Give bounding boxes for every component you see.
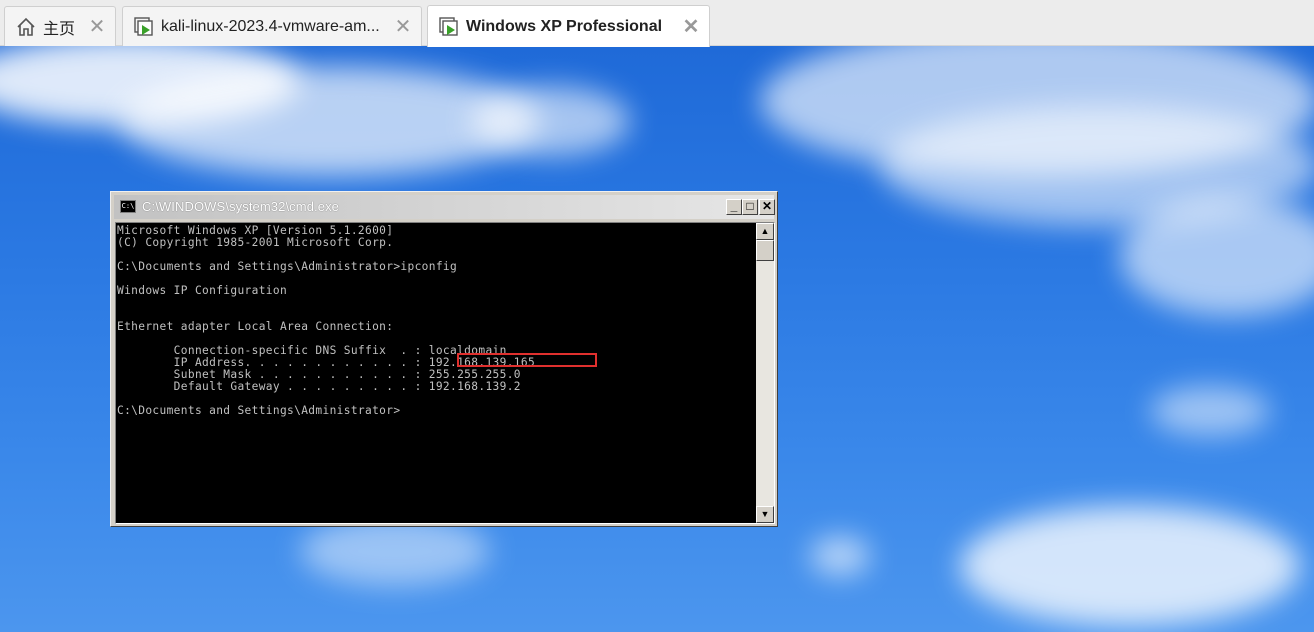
console-text: Microsoft Windows XP [Version 5.1.2600] … — [116, 223, 756, 417]
home-icon — [15, 16, 37, 38]
window-title: C:\WINDOWS\system32\cmd.exe — [142, 199, 340, 214]
tab-kali-linux[interactable]: kali-linux-2023.4-vmware-am... ✕ — [122, 6, 422, 46]
cloud-decoration — [470, 86, 630, 156]
close-icon[interactable]: ✕ — [393, 17, 413, 37]
cmd-window[interactable]: C:\ C:\WINDOWS\system32\cmd.exe _ □ ✕ Mi… — [110, 191, 778, 527]
cloud-decoration — [810, 536, 870, 576]
vm-icon — [438, 16, 460, 38]
console-line: C:\Documents and Settings\Administrator> — [117, 404, 401, 417]
tab-home[interactable]: 主页 ✕ — [4, 6, 116, 46]
scroll-down-button[interactable]: ▼ — [756, 506, 774, 523]
tab-label: 主页 — [43, 20, 76, 38]
scroll-up-button[interactable]: ▲ — [756, 223, 774, 240]
window-titlebar[interactable]: C:\ C:\WINDOWS\system32\cmd.exe _ □ ✕ — [114, 195, 775, 219]
scroll-thumb[interactable] — [756, 240, 774, 261]
close-button[interactable]: ✕ — [759, 199, 775, 215]
cloud-decoration — [960, 506, 1300, 626]
console-line: (C) Copyright 1985-2001 Microsoft Corp. — [117, 236, 394, 249]
cloud-decoration — [1120, 196, 1314, 316]
console-line: C:\Documents and Settings\Administrator>… — [117, 260, 458, 273]
vm-tab-bar: 主页 ✕ kali-linux-2023.4-vmware-am... ✕ Wi… — [0, 0, 1314, 47]
vertical-scrollbar[interactable]: ▲ ▼ — [756, 223, 774, 523]
console-line: Windows IP Configuration — [117, 284, 288, 297]
close-icon[interactable]: ✕ — [87, 17, 107, 37]
cmd-app-icon: C:\ — [120, 200, 136, 213]
cloud-decoration — [1150, 386, 1270, 436]
console-frame: Microsoft Windows XP [Version 5.1.2600] … — [115, 222, 775, 524]
console-output[interactable]: Microsoft Windows XP [Version 5.1.2600] … — [116, 223, 756, 523]
vm-icon — [133, 16, 155, 38]
tab-windows-xp[interactable]: Windows XP Professional ✕ — [427, 5, 710, 47]
tab-label: kali-linux-2023.4-vmware-am... — [161, 17, 380, 35]
console-line: Ethernet adapter Local Area Connection: — [117, 320, 394, 333]
ip-address-highlight-box — [457, 353, 597, 367]
minimize-button[interactable]: _ — [726, 199, 742, 215]
console-line: Default Gateway . . . . . . . . . : 192.… — [117, 380, 521, 393]
close-icon[interactable]: ✕ — [681, 17, 701, 37]
maximize-button[interactable]: □ — [742, 199, 758, 215]
tab-label: Windows XP Professional — [466, 17, 663, 35]
